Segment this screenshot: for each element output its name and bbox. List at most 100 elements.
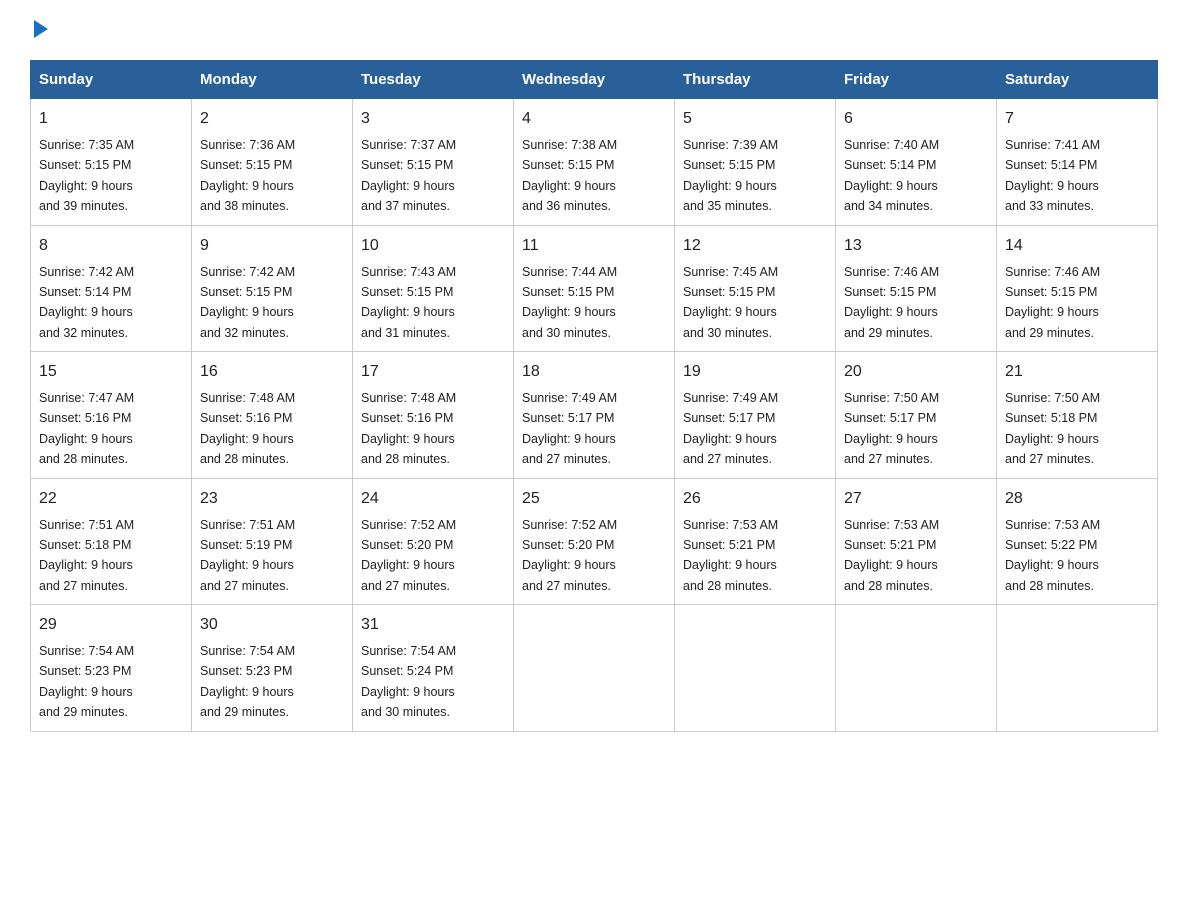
day-info: Sunrise: 7:46 AMSunset: 5:15 PMDaylight:…	[1005, 265, 1100, 340]
calendar-cell: 2 Sunrise: 7:36 AMSunset: 5:15 PMDayligh…	[192, 99, 353, 226]
day-info: Sunrise: 7:41 AMSunset: 5:14 PMDaylight:…	[1005, 138, 1100, 213]
day-info: Sunrise: 7:52 AMSunset: 5:20 PMDaylight:…	[361, 518, 456, 593]
day-number: 6	[844, 107, 988, 131]
day-info: Sunrise: 7:42 AMSunset: 5:15 PMDaylight:…	[200, 265, 295, 340]
calendar-cell	[514, 605, 675, 732]
day-number: 15	[39, 360, 183, 384]
calendar-cell: 4 Sunrise: 7:38 AMSunset: 5:15 PMDayligh…	[514, 99, 675, 226]
day-number: 24	[361, 487, 505, 511]
day-info: Sunrise: 7:38 AMSunset: 5:15 PMDaylight:…	[522, 138, 617, 213]
day-info: Sunrise: 7:40 AMSunset: 5:14 PMDaylight:…	[844, 138, 939, 213]
calendar-cell	[836, 605, 997, 732]
day-header-wednesday: Wednesday	[514, 61, 675, 99]
day-info: Sunrise: 7:42 AMSunset: 5:14 PMDaylight:…	[39, 265, 134, 340]
day-info: Sunrise: 7:48 AMSunset: 5:16 PMDaylight:…	[361, 391, 456, 466]
day-number: 4	[522, 107, 666, 131]
calendar-cell: 7 Sunrise: 7:41 AMSunset: 5:14 PMDayligh…	[997, 99, 1158, 226]
day-header-sunday: Sunday	[31, 61, 192, 99]
day-info: Sunrise: 7:53 AMSunset: 5:22 PMDaylight:…	[1005, 518, 1100, 593]
day-info: Sunrise: 7:48 AMSunset: 5:16 PMDaylight:…	[200, 391, 295, 466]
day-info: Sunrise: 7:50 AMSunset: 5:17 PMDaylight:…	[844, 391, 939, 466]
page-header	[30, 20, 1158, 40]
day-info: Sunrise: 7:52 AMSunset: 5:20 PMDaylight:…	[522, 518, 617, 593]
day-number: 19	[683, 360, 827, 384]
day-info: Sunrise: 7:45 AMSunset: 5:15 PMDaylight:…	[683, 265, 778, 340]
calendar-cell: 11 Sunrise: 7:44 AMSunset: 5:15 PMDaylig…	[514, 225, 675, 352]
calendar-cell: 1 Sunrise: 7:35 AMSunset: 5:15 PMDayligh…	[31, 99, 192, 226]
calendar-cell: 23 Sunrise: 7:51 AMSunset: 5:19 PMDaylig…	[192, 478, 353, 605]
day-info: Sunrise: 7:50 AMSunset: 5:18 PMDaylight:…	[1005, 391, 1100, 466]
day-header-row: SundayMondayTuesdayWednesdayThursdayFrid…	[31, 61, 1158, 99]
calendar-cell: 20 Sunrise: 7:50 AMSunset: 5:17 PMDaylig…	[836, 352, 997, 479]
calendar-cell: 22 Sunrise: 7:51 AMSunset: 5:18 PMDaylig…	[31, 478, 192, 605]
day-number: 3	[361, 107, 505, 131]
calendar-cell: 14 Sunrise: 7:46 AMSunset: 5:15 PMDaylig…	[997, 225, 1158, 352]
calendar-cell: 25 Sunrise: 7:52 AMSunset: 5:20 PMDaylig…	[514, 478, 675, 605]
day-info: Sunrise: 7:39 AMSunset: 5:15 PMDaylight:…	[683, 138, 778, 213]
day-number: 31	[361, 613, 505, 637]
calendar-cell: 28 Sunrise: 7:53 AMSunset: 5:22 PMDaylig…	[997, 478, 1158, 605]
day-number: 23	[200, 487, 344, 511]
day-number: 10	[361, 234, 505, 258]
calendar-week-row: 15 Sunrise: 7:47 AMSunset: 5:16 PMDaylig…	[31, 352, 1158, 479]
calendar-cell: 29 Sunrise: 7:54 AMSunset: 5:23 PMDaylig…	[31, 605, 192, 732]
day-header-monday: Monday	[192, 61, 353, 99]
calendar-table: SundayMondayTuesdayWednesdayThursdayFrid…	[30, 60, 1158, 732]
day-number: 20	[844, 360, 988, 384]
day-info: Sunrise: 7:35 AMSunset: 5:15 PMDaylight:…	[39, 138, 134, 213]
day-number: 18	[522, 360, 666, 384]
day-number: 2	[200, 107, 344, 131]
day-info: Sunrise: 7:49 AMSunset: 5:17 PMDaylight:…	[683, 391, 778, 466]
calendar-cell: 3 Sunrise: 7:37 AMSunset: 5:15 PMDayligh…	[353, 99, 514, 226]
day-number: 27	[844, 487, 988, 511]
calendar-cell: 27 Sunrise: 7:53 AMSunset: 5:21 PMDaylig…	[836, 478, 997, 605]
day-header-tuesday: Tuesday	[353, 61, 514, 99]
day-number: 13	[844, 234, 988, 258]
day-info: Sunrise: 7:44 AMSunset: 5:15 PMDaylight:…	[522, 265, 617, 340]
calendar-cell: 26 Sunrise: 7:53 AMSunset: 5:21 PMDaylig…	[675, 478, 836, 605]
day-info: Sunrise: 7:46 AMSunset: 5:15 PMDaylight:…	[844, 265, 939, 340]
day-info: Sunrise: 7:53 AMSunset: 5:21 PMDaylight:…	[683, 518, 778, 593]
calendar-cell: 31 Sunrise: 7:54 AMSunset: 5:24 PMDaylig…	[353, 605, 514, 732]
calendar-cell: 15 Sunrise: 7:47 AMSunset: 5:16 PMDaylig…	[31, 352, 192, 479]
day-number: 28	[1005, 487, 1149, 511]
day-number: 1	[39, 107, 183, 131]
logo-arrow-icon	[34, 20, 48, 38]
calendar-cell: 5 Sunrise: 7:39 AMSunset: 5:15 PMDayligh…	[675, 99, 836, 226]
calendar-cell	[997, 605, 1158, 732]
day-info: Sunrise: 7:54 AMSunset: 5:24 PMDaylight:…	[361, 644, 456, 719]
day-number: 16	[200, 360, 344, 384]
calendar-cell: 21 Sunrise: 7:50 AMSunset: 5:18 PMDaylig…	[997, 352, 1158, 479]
day-number: 8	[39, 234, 183, 258]
day-info: Sunrise: 7:37 AMSunset: 5:15 PMDaylight:…	[361, 138, 456, 213]
day-number: 22	[39, 487, 183, 511]
day-header-saturday: Saturday	[997, 61, 1158, 99]
day-info: Sunrise: 7:36 AMSunset: 5:15 PMDaylight:…	[200, 138, 295, 213]
day-number: 12	[683, 234, 827, 258]
calendar-cell: 30 Sunrise: 7:54 AMSunset: 5:23 PMDaylig…	[192, 605, 353, 732]
day-info: Sunrise: 7:53 AMSunset: 5:21 PMDaylight:…	[844, 518, 939, 593]
calendar-week-row: 29 Sunrise: 7:54 AMSunset: 5:23 PMDaylig…	[31, 605, 1158, 732]
calendar-cell	[675, 605, 836, 732]
day-number: 11	[522, 234, 666, 258]
day-number: 25	[522, 487, 666, 511]
day-header-friday: Friday	[836, 61, 997, 99]
calendar-cell: 24 Sunrise: 7:52 AMSunset: 5:20 PMDaylig…	[353, 478, 514, 605]
day-number: 29	[39, 613, 183, 637]
calendar-cell: 8 Sunrise: 7:42 AMSunset: 5:14 PMDayligh…	[31, 225, 192, 352]
calendar-cell: 18 Sunrise: 7:49 AMSunset: 5:17 PMDaylig…	[514, 352, 675, 479]
day-info: Sunrise: 7:51 AMSunset: 5:19 PMDaylight:…	[200, 518, 295, 593]
logo	[30, 20, 48, 40]
day-number: 30	[200, 613, 344, 637]
day-number: 14	[1005, 234, 1149, 258]
day-info: Sunrise: 7:43 AMSunset: 5:15 PMDaylight:…	[361, 265, 456, 340]
calendar-week-row: 8 Sunrise: 7:42 AMSunset: 5:14 PMDayligh…	[31, 225, 1158, 352]
day-number: 26	[683, 487, 827, 511]
day-info: Sunrise: 7:54 AMSunset: 5:23 PMDaylight:…	[39, 644, 134, 719]
calendar-cell: 10 Sunrise: 7:43 AMSunset: 5:15 PMDaylig…	[353, 225, 514, 352]
day-info: Sunrise: 7:47 AMSunset: 5:16 PMDaylight:…	[39, 391, 134, 466]
calendar-cell: 9 Sunrise: 7:42 AMSunset: 5:15 PMDayligh…	[192, 225, 353, 352]
day-info: Sunrise: 7:54 AMSunset: 5:23 PMDaylight:…	[200, 644, 295, 719]
calendar-cell: 17 Sunrise: 7:48 AMSunset: 5:16 PMDaylig…	[353, 352, 514, 479]
calendar-cell: 6 Sunrise: 7:40 AMSunset: 5:14 PMDayligh…	[836, 99, 997, 226]
